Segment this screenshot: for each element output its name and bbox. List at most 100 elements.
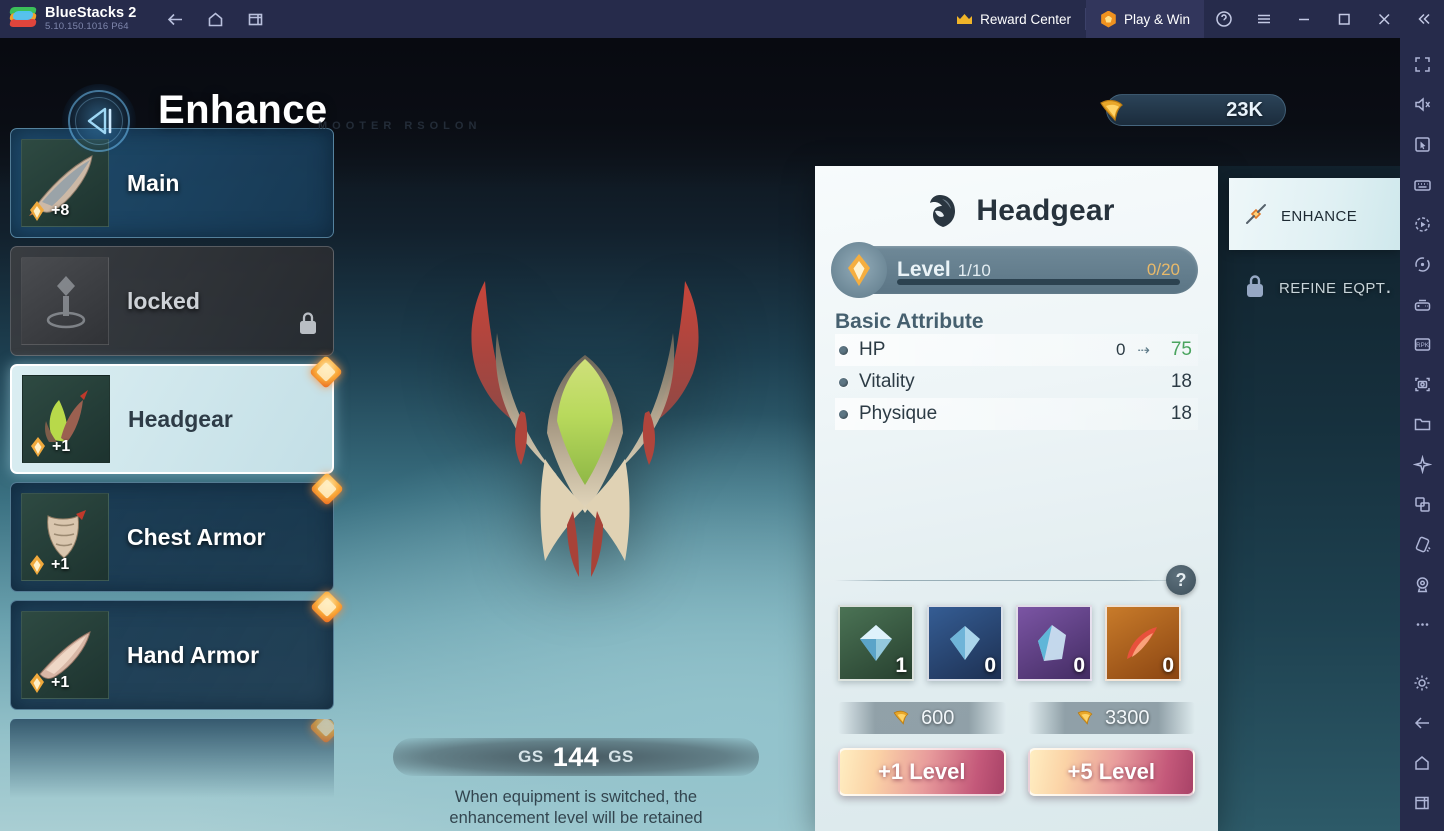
android-recents-icon[interactable] [1402,783,1442,823]
level-progress-bar: Level 1/10 0/20 [831,242,1198,298]
screenshot-icon[interactable] [1402,364,1442,404]
panel-divider [835,580,1198,581]
attribute-name: Vitality [859,371,915,392]
android-home-icon[interactable] [1402,743,1442,783]
collapse-icon[interactable] [1404,0,1444,38]
empty-slot-icon [46,276,86,329]
tab-refine-eqpt[interactable]: Refine Eqpt. [1229,250,1400,322]
cursor-icon[interactable] [1402,124,1442,164]
more-icon[interactable] [1402,604,1442,644]
shake-icon[interactable] [1402,524,1442,564]
fang-currency-icon [1077,710,1093,725]
equipment-level-value: +8 [51,202,70,219]
material-slot-purple[interactable]: 0 [1016,605,1092,681]
currency-value: 23K [1226,98,1263,121]
home-icon[interactable] [200,4,230,34]
bullet-icon [839,409,848,419]
settings-gear-icon[interactable] [1402,663,1442,703]
crown-icon [956,13,973,25]
airplane-icon[interactable] [1402,444,1442,484]
reward-center-label: Reward Center [980,11,1071,27]
switch-hint: When equipment is switched, the enhancem… [386,787,766,830]
game-back-button[interactable] [62,84,136,158]
attributes-header: Basic Attribute [835,310,984,333]
exp-value: 0/20 [1146,260,1180,279]
material-slot-green[interactable]: 1 [838,605,914,681]
help-button[interactable]: ? [1166,565,1196,595]
equipment-thumbnail [21,257,109,345]
equipment-item-locked: locked [10,246,334,356]
close-icon[interactable] [1364,0,1404,38]
lock-icon [1247,274,1263,297]
equipment-level-value: +1 [51,674,70,691]
gear-score-value: 144 [552,741,600,772]
attribute-name: HP [859,339,886,360]
mode-tabs: Enhance Refine Eqpt. [1229,178,1400,322]
attribute-name: Physique [859,403,938,424]
panel-item-name: Headgear [976,194,1115,227]
plus-five-level-label: +5 Level [1067,759,1155,784]
recents-icon[interactable] [240,4,270,34]
attribute-value: 18 [1170,403,1192,424]
attribute-value: 18 [1170,371,1192,392]
reward-center-button[interactable]: Reward Center [942,0,1085,38]
attribute-from-value: 0 [1115,340,1126,359]
equipment-item-headgear[interactable]: +1 Headgear [10,355,343,474]
attribute-row-physique: Physique 18 [835,398,1198,430]
cost-plus-five: 3300 [1027,702,1195,734]
equipment-level-value: +1 [52,438,71,455]
currency-display[interactable]: 23K [1100,94,1286,126]
tab-enhance[interactable]: Enhance [1229,178,1400,250]
fang-currency-icon [893,710,909,725]
menu-icon[interactable] [1244,0,1284,38]
app-identity: BlueStacks 2 5.10.150.1016 P64 [45,5,136,33]
bluestacks-sidebar: RPK [1400,38,1444,831]
equipment-item-hand-armor[interactable]: +1 Hand Armor [10,590,344,710]
back-icon[interactable] [160,4,190,34]
enhancement-level: +8 [26,199,69,223]
bluestacks-titlebar: BlueStacks 2 5.10.150.1016 P64 Reward Ce… [0,0,1444,38]
multi-instance-icon[interactable] [1402,484,1442,524]
enhance-arrow-icon [30,555,44,575]
app-version: 5.10.150.1016 P64 [45,21,129,33]
mute-icon[interactable] [1402,84,1442,124]
play-and-win-button[interactable]: Play & Win [1085,0,1204,38]
equipment-name: Hand Armor [127,641,260,668]
enhancement-level: +1 [26,671,69,695]
upgrade-available-badge [310,472,344,506]
media-folder-icon[interactable] [1402,404,1442,444]
back-chevron-icon [87,107,112,135]
equipment-item-partial[interactable] [10,718,334,828]
location-icon[interactable] [1402,564,1442,604]
plus-five-level-button[interactable]: +5 Level [1027,748,1195,796]
gear-score-section: GS 144 GS When equipment is switched, th… [386,738,766,830]
tab-refine-label: Refine Eqpt. [1279,273,1392,299]
equipment-thumbnail: +1 [21,611,109,699]
level-value: 1/10 [957,261,991,280]
material-count: 0 [1073,654,1085,677]
maximize-icon[interactable] [1324,0,1364,38]
cost-value: 600 [921,706,955,729]
material-count: 0 [984,654,996,677]
helmet-icon [930,195,956,227]
keyboard-controls-icon[interactable] [1402,164,1442,204]
fullscreen-icon[interactable] [1402,44,1442,84]
material-slot-blue[interactable]: 0 [927,605,1003,681]
gear-score-label-left: GS [518,747,544,766]
help-icon[interactable] [1204,0,1244,38]
equipment-item-main[interactable]: +8 Main [10,128,334,238]
attribute-row-vitality: Vitality 18 [835,366,1198,398]
macro-icon[interactable] [1402,204,1442,244]
plus-one-level-button[interactable]: +1 Level [838,748,1006,796]
cost-value: 3300 [1105,706,1150,729]
minimize-icon[interactable] [1284,0,1324,38]
exp-track [897,279,1180,285]
android-back-icon[interactable] [1402,703,1442,743]
equipment-item-chest-armor[interactable]: +1 Chest Armor [10,472,344,592]
rpk-install-icon[interactable]: RPK [1402,324,1442,364]
rotate-icon[interactable] [1402,244,1442,284]
gamepad-icon[interactable] [1402,284,1442,324]
material-count: 0 [1162,654,1174,677]
material-slot-orange[interactable]: 0 [1105,605,1181,681]
enhance-arrow-icon [30,201,44,221]
